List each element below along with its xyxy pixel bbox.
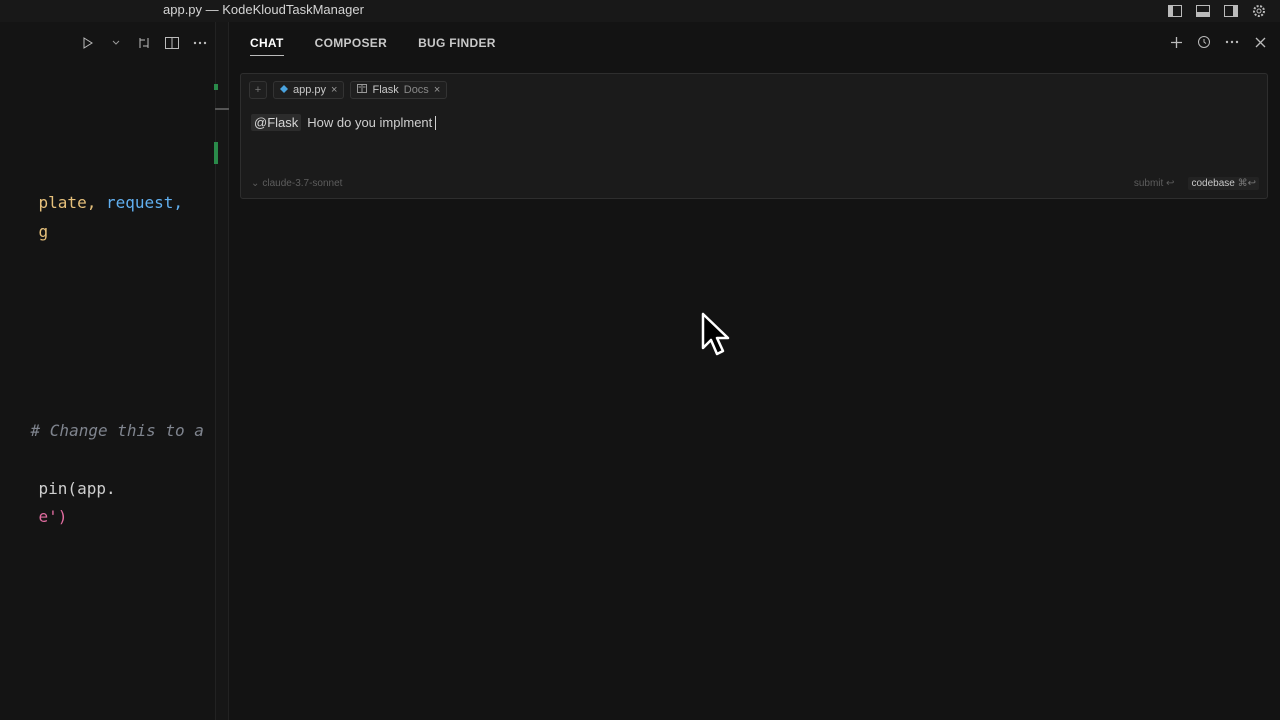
diff-indicator [214, 142, 218, 164]
text-caret [435, 115, 437, 130]
toggle-primary-sidebar-icon[interactable] [1166, 2, 1184, 20]
code-editor[interactable]: plate, request, g # Change this to a pin… [0, 22, 215, 720]
more-options-icon[interactable] [1224, 34, 1240, 50]
window-title: app.py — KodeKloudTaskManager [163, 2, 364, 17]
plus-label: + [254, 84, 262, 96]
codebase-shortcut: ⌘↩ [1237, 178, 1256, 189]
submit-button[interactable]: submit ↩ [1134, 178, 1175, 189]
minimap-line [215, 108, 229, 110]
code-comment: # Change this to a [30, 421, 204, 440]
tab-composer[interactable]: COMPOSER [315, 36, 387, 56]
history-icon[interactable] [1196, 34, 1212, 50]
code-token: plate, [38, 193, 106, 212]
remove-chip-icon[interactable]: × [331, 84, 337, 96]
chat-input-box[interactable]: + app.py × Flask Docs × @Flask How do yo… [240, 73, 1268, 199]
code-token: e') [38, 507, 68, 526]
context-chip-app-py[interactable]: app.py × [273, 81, 345, 99]
new-chat-plus-icon[interactable] [1168, 34, 1184, 50]
context-chip-flask-docs[interactable]: Flask Docs × [350, 81, 448, 99]
chevron-down-icon: ⌄ [251, 178, 260, 189]
settings-gear-icon[interactable] [1250, 2, 1268, 20]
toggle-secondary-sidebar-icon[interactable] [1222, 2, 1240, 20]
toggle-panel-icon[interactable] [1194, 2, 1212, 20]
remove-chip-icon[interactable]: × [434, 84, 440, 96]
editor-toolbar [79, 34, 209, 52]
model-selector[interactable]: ⌄ claude-3.7-sonnet [251, 178, 342, 189]
ai-chat-panel: CHAT COMPOSER BUG FINDER + app.py × Flas… [230, 22, 1280, 720]
run-play-icon[interactable] [79, 34, 97, 52]
add-context-button[interactable]: + [249, 81, 267, 99]
tab-chat[interactable]: CHAT [250, 36, 284, 56]
mouse-pointer-icon [700, 312, 732, 361]
chip-sublabel: Docs [403, 84, 429, 96]
chip-label: Flask [372, 84, 399, 96]
chevron-down-icon[interactable] [107, 34, 125, 52]
chip-label: app.py [293, 84, 327, 96]
panel-tabs: CHAT COMPOSER BUG FINDER [250, 36, 496, 56]
tab-bug-finder[interactable]: BUG FINDER [418, 36, 496, 56]
context-chips: + app.py × Flask Docs × [249, 81, 448, 99]
chat-prompt-input[interactable]: @Flask How do you implment [251, 114, 437, 131]
code-line: e') [0, 488, 68, 545]
layout-controls [1166, 2, 1268, 20]
close-icon[interactable] [1252, 34, 1268, 50]
prompt-text: How do you implment [307, 115, 433, 130]
codebase-label: codebase [1191, 178, 1235, 189]
docs-icon [357, 84, 368, 96]
code-token: g [38, 222, 49, 241]
title-bar: app.py — KodeKloudTaskManager [0, 0, 1280, 22]
model-label: claude-3.7-sonnet [262, 178, 343, 189]
panel-actions [1168, 34, 1268, 50]
codebase-button[interactable]: codebase ⌘↩ [1188, 177, 1259, 190]
compare-changes-icon[interactable] [135, 34, 153, 52]
more-actions-icon[interactable] [191, 34, 209, 52]
code-line: # Change this to a [0, 402, 204, 459]
code-token: request, [105, 193, 184, 212]
split-editor-icon[interactable] [163, 34, 181, 52]
code-line: g [0, 203, 49, 260]
python-file-icon [280, 84, 288, 96]
mention-tag: @Flask [251, 114, 302, 131]
input-actions: submit ↩ codebase ⌘↩ [1134, 177, 1259, 190]
editor-scrollbar[interactable] [215, 22, 229, 720]
diff-indicator [214, 84, 218, 90]
